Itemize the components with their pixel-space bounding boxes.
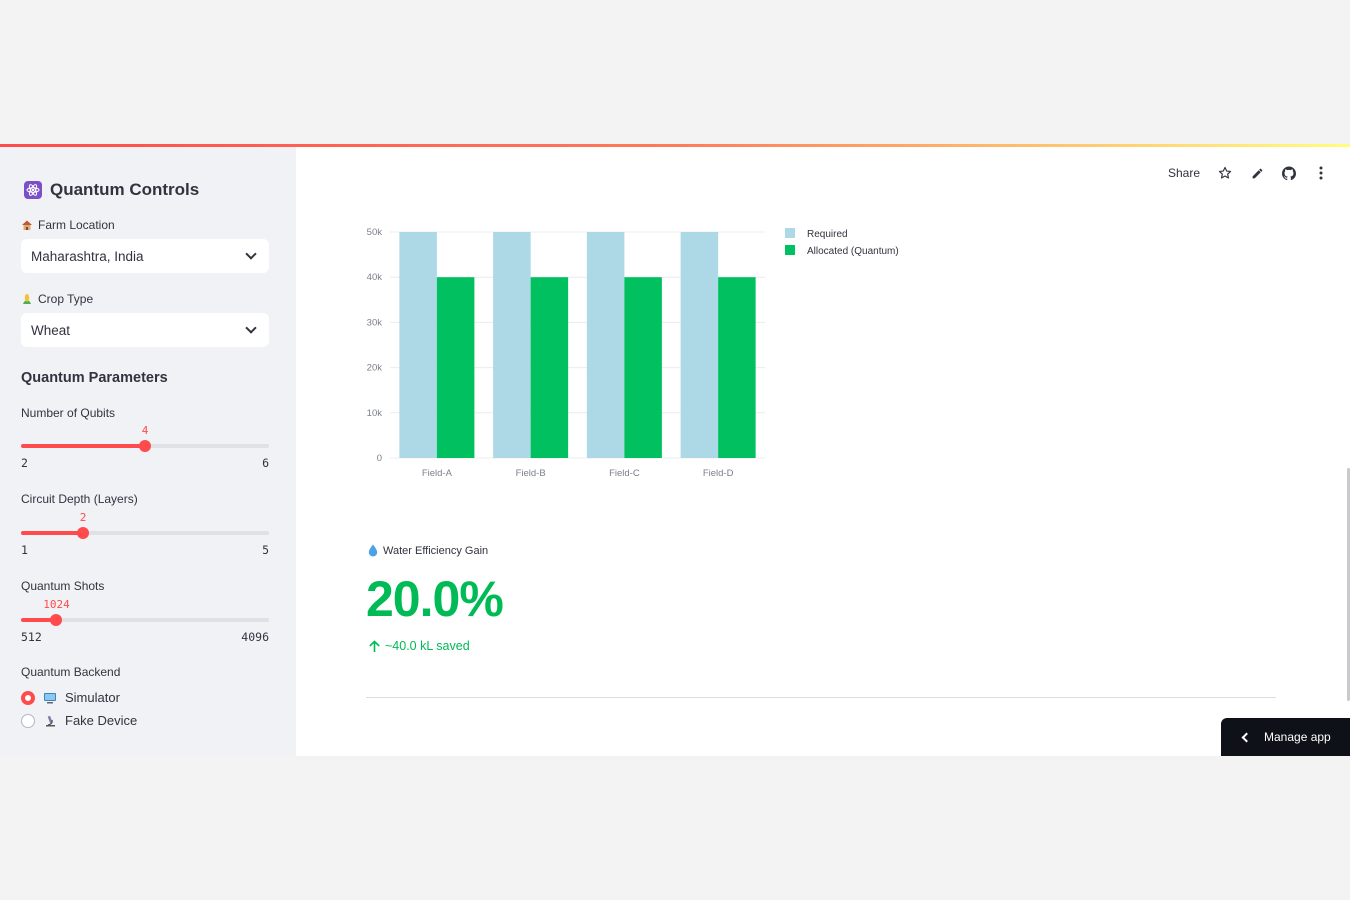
header-decoration-bar: [0, 144, 1350, 147]
slider-thumb[interactable]: [77, 527, 89, 539]
y-tick-label: 40k: [367, 272, 383, 283]
bar-field-c-required: [586, 232, 625, 458]
metric-delta-text: ~40.0 kL saved: [385, 639, 470, 653]
app-container: Quantum Controls Farm Location Maharasht…: [0, 144, 1350, 756]
water-drop-icon: [368, 544, 378, 557]
house-icon: [22, 220, 32, 230]
slider-max: 5: [262, 543, 269, 557]
slider-min: 2: [21, 456, 28, 470]
slider-min: 512: [21, 630, 42, 644]
metric-delta: ~40.0 kL saved: [368, 639, 470, 653]
legend-label: Allocated (Quantum): [807, 246, 899, 257]
share-button[interactable]: Share: [1168, 166, 1200, 180]
slider-thumb[interactable]: [139, 440, 151, 452]
chevron-down-icon: [245, 322, 257, 334]
bar-field-d-allocated: [718, 277, 756, 458]
slider-max: 4096: [241, 630, 269, 644]
more-menu-icon[interactable]: [1314, 166, 1328, 180]
slider-value: 1024: [43, 598, 70, 611]
legend-swatch: [785, 228, 795, 238]
x-tick-label: Field-D: [703, 468, 734, 479]
shots-slider[interactable]: 1024 512 4096: [21, 598, 269, 644]
y-tick-label: 0: [377, 453, 382, 464]
metric-label-text: Water Efficiency Gain: [383, 544, 489, 557]
sidebar-title: Quantum Controls: [24, 180, 199, 200]
sidebar: Quantum Controls Farm Location Maharasht…: [0, 144, 296, 756]
crop-type-label-text: Crop Type: [38, 292, 94, 306]
manage-app-button[interactable]: Manage app: [1221, 718, 1350, 756]
radio-label: Simulator: [65, 690, 120, 705]
farm-location-label: Farm Location: [21, 218, 115, 232]
corn-icon: [23, 294, 31, 304]
computer-icon: [44, 692, 56, 703]
water-allocation-bar-chart: 0 10k 20k 30k 40k 50k Field-A Field-B Field-C Fie…: [367, 227, 899, 479]
y-tick-label: 20k: [367, 363, 383, 374]
quantum-parameters-heading: Quantum Parameters: [21, 370, 168, 386]
farm-location-value: Maharashtra, India: [31, 248, 144, 264]
sidebar-title-text: Quantum Controls: [50, 180, 200, 199]
slider-thumb[interactable]: [50, 614, 63, 626]
chevron-left-icon: [1241, 732, 1252, 742]
slider-fill: [21, 444, 145, 448]
legend-label: Required: [807, 229, 848, 240]
arrow-up-icon: [369, 639, 380, 652]
bar-field-b-allocated: [530, 277, 569, 458]
crop-type-select[interactable]: Wheat: [21, 313, 269, 347]
bar-field-a-required: [399, 232, 437, 458]
qubits-label: Number of Qubits: [21, 406, 116, 420]
slider-min: 1: [21, 543, 28, 557]
qubits-slider[interactable]: 4 2 6: [21, 424, 269, 470]
divider: [366, 697, 1276, 698]
radio-button[interactable]: [21, 713, 35, 728]
atom-icon: [24, 181, 42, 199]
slider-max: 6: [262, 456, 269, 470]
bar-field-d-required: [680, 232, 719, 458]
farm-location-select[interactable]: Maharashtra, India: [21, 239, 269, 273]
microscope-icon: [46, 715, 55, 726]
slider-value: 2: [79, 511, 87, 524]
x-tick-label: Field-B: [516, 468, 546, 479]
metric-value: 20.0%: [366, 571, 504, 627]
slider-fill: [21, 531, 83, 535]
bar-field-c-allocated: [624, 277, 662, 458]
shots-label: Quantum Shots: [21, 579, 105, 593]
slider-value: 4: [141, 424, 149, 437]
bar-field-a-allocated: [436, 277, 475, 458]
crop-type-label: Crop Type: [21, 292, 93, 306]
backend-label: Quantum Backend: [21, 665, 121, 679]
y-tick-label: 10k: [367, 408, 383, 419]
bar-field-b-required: [493, 232, 531, 458]
github-icon[interactable]: [1282, 166, 1296, 180]
y-tick-label: 30k: [367, 317, 383, 328]
pencil-icon[interactable]: [1250, 166, 1264, 180]
star-icon[interactable]: [1218, 166, 1232, 180]
x-tick-label: Field-C: [609, 468, 640, 479]
radio-button-selected[interactable]: [21, 690, 35, 705]
manage-app-label: Manage app: [1264, 730, 1331, 744]
radio-simulator[interactable]: Simulator: [21, 690, 120, 705]
chevron-down-icon: [245, 248, 257, 260]
legend-swatch: [785, 245, 795, 255]
depth-slider[interactable]: 2 1 5: [21, 511, 269, 557]
app-toolbar: Share: [1168, 166, 1328, 180]
crop-type-value: Wheat: [31, 322, 71, 338]
x-tick-label: Field-A: [422, 468, 453, 479]
radio-label: Fake Device: [65, 713, 138, 728]
metric-label: Water Efficiency Gain: [368, 544, 488, 557]
radio-fake-device[interactable]: Fake Device: [21, 713, 137, 728]
depth-label: Circuit Depth (Layers): [21, 492, 138, 506]
farm-location-label-text: Farm Location: [38, 218, 115, 232]
y-tick-label: 50k: [367, 227, 383, 238]
